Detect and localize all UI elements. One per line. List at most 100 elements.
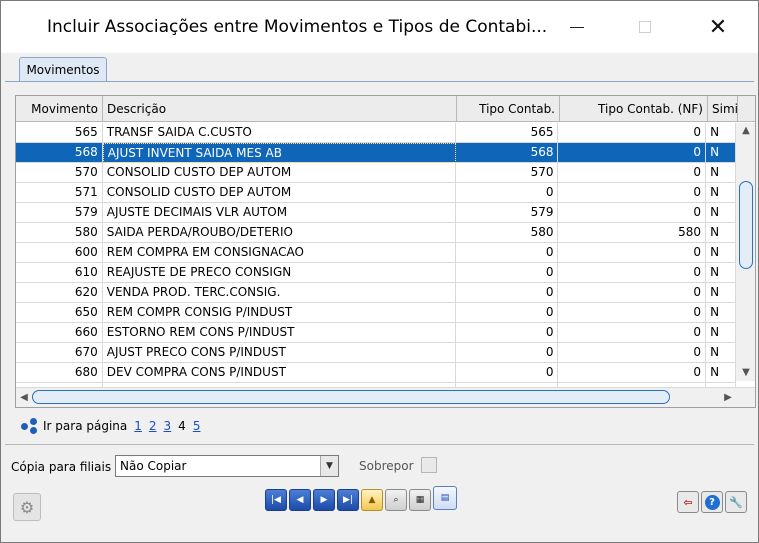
tab-movimentos[interactable]: Movimentos — [19, 57, 107, 82]
table-row[interactable]: 660 ESTORNO REM CONS P/INDUST 0 0 N — [16, 323, 736, 343]
prev-record-button[interactable]: ◀ — [289, 489, 311, 511]
sobrepor-checkbox[interactable] — [421, 457, 437, 473]
cell-tipo-contab-nf[interactable]: 0 — [558, 123, 707, 143]
table-row[interactable]: 670 AJUST PRECO CONS P/INDUST 0 0 N — [16, 343, 736, 363]
cell-simi[interactable]: N — [706, 243, 736, 263]
cell-tipo-contab[interactable]: 0 — [456, 323, 559, 343]
horizontal-scroll-thumb[interactable] — [32, 390, 670, 404]
cell-tipo-contab-nf[interactable]: 0 — [558, 323, 707, 343]
cell-movimento[interactable]: 670 — [16, 343, 103, 363]
scroll-right-icon[interactable]: ▶ — [720, 390, 736, 406]
chevron-down-icon[interactable]: ▼ — [320, 456, 338, 476]
copy-select[interactable]: Não Copiar ▼ — [115, 455, 339, 477]
table-row[interactable]: 600 REM COMPRA EM CONSIGNACAO 0 0 N — [16, 243, 736, 263]
column-header-tipo-contab-nf[interactable]: Tipo Contab. (NF) — [560, 96, 708, 122]
cell-tipo-contab[interactable]: 0 — [456, 363, 559, 383]
cell-simi[interactable]: N — [706, 183, 736, 203]
cell-movimento[interactable]: 680 — [16, 363, 103, 383]
vertical-scrollbar[interactable]: ▲ ▼ — [736, 123, 755, 381]
cell-tipo-contab[interactable]: 0 — [456, 283, 559, 303]
cell-descricao[interactable]: AJUSTE DECIMAIS VLR AUTOM — [103, 203, 456, 223]
cell-tipo-contab[interactable]: 568 — [456, 143, 559, 163]
page-link-5[interactable]: 5 — [193, 419, 201, 433]
exit-button[interactable]: ⇦ — [677, 491, 699, 513]
scroll-up-icon[interactable]: ▲ — [736, 123, 755, 139]
cell-descricao[interactable]: REM COMPR CONSIG P/INDUST — [103, 303, 456, 323]
column-header-tipo-contab[interactable]: Tipo Contab. — [457, 96, 560, 122]
cell-simi[interactable]: N — [706, 223, 736, 243]
cell-simi[interactable]: N — [706, 283, 736, 303]
page-link-2[interactable]: 2 — [149, 419, 157, 433]
wrench-button[interactable]: 🔧 — [725, 491, 747, 513]
table-row[interactable]: 680 DEV COMPRA CONS P/INDUST 0 0 N — [16, 363, 736, 383]
cell-tipo-contab[interactable]: 0 — [456, 263, 559, 283]
cell-tipo-contab[interactable]: 0 — [456, 303, 559, 323]
cell-descricao[interactable]: CONSOLID CUSTO DEP AUTOM — [103, 183, 456, 203]
column-header-simi[interactable]: Simi — [708, 96, 738, 122]
scroll-left-icon[interactable]: ◀ — [16, 390, 32, 406]
horizontal-scrollbar[interactable]: ◀ ▶ — [16, 387, 755, 407]
cell-descricao[interactable]: DEV COMPRA CONS P/INDUST — [103, 363, 456, 383]
cell-movimento[interactable]: 610 — [16, 263, 103, 283]
cell-tipo-contab-nf[interactable]: 0 — [558, 203, 707, 223]
help-button[interactable]: ? — [701, 491, 723, 513]
table-row[interactable]: 571 CONSOLID CUSTO DEP AUTOM 0 0 N — [16, 183, 736, 203]
table-row[interactable]: 579 AJUSTE DECIMAIS VLR AUTOM 579 0 N — [16, 203, 736, 223]
cell-tipo-contab-nf[interactable]: 0 — [558, 163, 707, 183]
cell-movimento[interactable]: 568 — [16, 143, 103, 163]
cell-tipo-contab-nf[interactable]: 0 — [558, 343, 707, 363]
cell-movimento[interactable]: 565 — [16, 123, 103, 143]
columns-button[interactable]: ▤ — [433, 486, 457, 510]
table-row[interactable]: 580 SAIDA PERDA/ROUBO/DETERIO 580 580 N — [16, 223, 736, 243]
page-link-1[interactable]: 1 — [134, 419, 142, 433]
cell-tipo-contab-nf[interactable]: 0 — [558, 303, 707, 323]
table-row[interactable]: 650 REM COMPR CONSIG P/INDUST 0 0 N — [16, 303, 736, 323]
cell-simi[interactable]: N — [706, 363, 736, 383]
table-row[interactable]: 568 AJUST INVENT SAIDA MES AB 568 0 N — [16, 143, 736, 163]
cell-descricao[interactable]: TRANSF SAIDA C.CUSTO — [103, 123, 456, 143]
cell-simi[interactable]: N — [706, 163, 736, 183]
cell-descricao[interactable]: AJUST INVENT SAIDA MES AB — [102, 143, 456, 163]
table-row[interactable]: 565 TRANSF SAIDA C.CUSTO 565 0 N — [16, 123, 736, 143]
cell-tipo-contab[interactable]: 0 — [456, 343, 559, 363]
cell-simi[interactable]: N — [706, 323, 736, 343]
cell-tipo-contab-nf[interactable]: 0 — [558, 243, 707, 263]
cell-tipo-contab-nf[interactable]: 0 — [558, 283, 707, 303]
cell-movimento[interactable]: 600 — [16, 243, 103, 263]
cell-descricao[interactable]: VENDA PROD. TERC.CONSIG. — [103, 283, 456, 303]
column-header-movimento[interactable]: Movimento — [16, 96, 103, 122]
cell-tipo-contab[interactable]: 0 — [456, 183, 559, 203]
page-link-3[interactable]: 3 — [164, 419, 172, 433]
cell-simi[interactable]: N — [706, 123, 736, 143]
cell-movimento[interactable]: 620 — [16, 283, 103, 303]
cell-descricao[interactable]: AJUST PRECO CONS P/INDUST — [103, 343, 456, 363]
scroll-down-icon[interactable]: ▼ — [736, 365, 755, 381]
table-row[interactable]: 570 CONSOLID CUSTO DEP AUTOM 570 0 N — [16, 163, 736, 183]
table-row[interactable]: 620 VENDA PROD. TERC.CONSIG. 0 0 N — [16, 283, 736, 303]
vertical-scroll-thumb[interactable] — [739, 181, 753, 269]
cell-tipo-contab-nf[interactable]: 0 — [558, 183, 707, 203]
cell-descricao[interactable]: ESTORNO REM CONS P/INDUST — [103, 323, 456, 343]
cell-movimento[interactable]: 660 — [16, 323, 103, 343]
cell-tipo-contab-nf[interactable]: 580 — [558, 223, 707, 243]
cell-simi[interactable]: N — [706, 203, 736, 223]
cell-tipo-contab[interactable]: 0 — [456, 243, 559, 263]
minimize-button[interactable] — [557, 9, 597, 45]
cell-movimento[interactable]: 580 — [16, 223, 103, 243]
cell-movimento[interactable]: 570 — [16, 163, 103, 183]
cell-tipo-contab[interactable]: 570 — [456, 163, 559, 183]
settings-button[interactable]: ⚙ — [13, 493, 41, 521]
cell-tipo-contab[interactable]: 579 — [456, 203, 559, 223]
cell-tipo-contab[interactable]: 565 — [456, 123, 559, 143]
cell-tipo-contab-nf[interactable]: 0 — [558, 143, 707, 163]
up-button[interactable]: ▲ — [361, 489, 383, 511]
cell-tipo-contab[interactable]: 580 — [456, 223, 559, 243]
cell-tipo-contab-nf[interactable]: 0 — [558, 263, 707, 283]
cell-simi[interactable]: N — [706, 303, 736, 323]
next-record-button[interactable]: ▶ — [313, 489, 335, 511]
cell-descricao[interactable]: CONSOLID CUSTO DEP AUTOM — [103, 163, 456, 183]
maximize-button[interactable] — [625, 9, 665, 45]
last-record-button[interactable]: ▶| — [337, 489, 359, 511]
cell-tipo-contab-nf[interactable]: 0 — [558, 363, 707, 383]
table-row[interactable]: 610 REAJUSTE DE PRECO CONSIGN 0 0 N — [16, 263, 736, 283]
